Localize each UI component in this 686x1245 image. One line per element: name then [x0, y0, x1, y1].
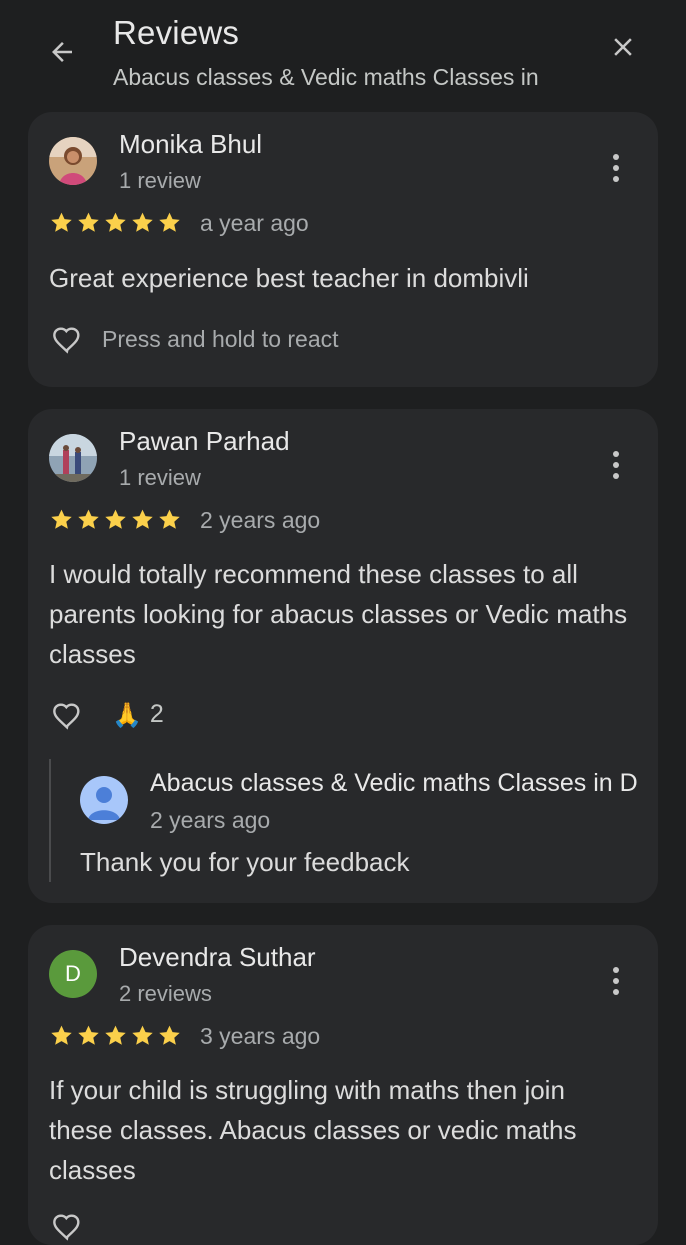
react-button[interactable]	[48, 1209, 86, 1245]
avatar[interactable]	[49, 137, 97, 185]
star-icon	[132, 509, 153, 529]
star-icon	[159, 212, 180, 232]
more-options-button[interactable]	[600, 445, 632, 485]
star-icon	[78, 1025, 99, 1045]
star-icon	[132, 212, 153, 232]
reaction-chip[interactable]: 🙏 2	[112, 700, 164, 729]
star-icon	[132, 1025, 153, 1045]
review-card: D Devendra Suthar 2 reviews 3 years ago …	[28, 925, 658, 1245]
review-count: 1 review	[119, 168, 201, 193]
avatar-letter: D	[65, 961, 81, 986]
react-hint: Press and hold to react	[102, 326, 339, 352]
star-rating	[49, 507, 182, 532]
owner-reply-text: Thank you for your feedback	[80, 847, 410, 877]
reaction-count: 2	[149, 700, 164, 728]
react-button[interactable]	[48, 698, 86, 734]
arrow-back-icon	[52, 42, 72, 62]
review-time: 2 years ago	[200, 507, 321, 533]
reviews-header: Reviews Abacus classes & Vedic maths Cla…	[0, 0, 686, 110]
review-card: Pawan Parhad 1 review 2 years ago I woul…	[28, 409, 658, 903]
page-title: Reviews	[113, 14, 240, 51]
star-icon	[105, 1025, 126, 1045]
review-text: I would totally recommend these classes …	[49, 559, 628, 669]
review-text: Great experience best teacher in dombivl…	[49, 263, 529, 293]
reviewer-name[interactable]: Monika Bhul	[119, 129, 262, 160]
folded-hands-icon: 🙏	[112, 700, 142, 729]
owner-reply-time: 2 years ago	[150, 807, 271, 833]
page-subtitle: Abacus classes & Vedic maths Classes in	[113, 64, 539, 90]
more-options-button[interactable]	[600, 961, 632, 1001]
reviewer-name[interactable]: Pawan Parhad	[119, 426, 290, 457]
person-icon	[88, 787, 120, 820]
star-icon	[51, 509, 72, 529]
review-card: Monika Bhul 1 review a year ago Great ex…	[28, 112, 658, 387]
review-text: If your child is struggling with maths t…	[49, 1075, 577, 1185]
back-button[interactable]	[42, 32, 82, 72]
star-rating	[49, 1023, 182, 1048]
star-icon	[78, 212, 99, 232]
heart-icon	[53, 327, 80, 354]
star-icon	[159, 1025, 180, 1045]
close-button[interactable]	[602, 26, 644, 68]
more-vert-icon	[613, 154, 619, 160]
close-icon	[614, 38, 632, 56]
review-time: a year ago	[200, 210, 309, 236]
star-icon	[78, 509, 99, 529]
more-options-button[interactable]	[600, 148, 632, 188]
avatar[interactable]	[49, 434, 97, 482]
heart-icon	[53, 703, 80, 730]
review-time: 3 years ago	[200, 1023, 321, 1049]
star-icon	[105, 212, 126, 232]
heart-icon	[53, 1214, 80, 1241]
owner-reply-name[interactable]: Abacus classes & Vedic maths Classes in …	[150, 769, 638, 798]
owner-avatar[interactable]	[80, 776, 128, 824]
review-count: 1 review	[119, 465, 201, 490]
more-vert-icon	[613, 451, 619, 457]
star-icon	[51, 212, 72, 232]
avatar[interactable]: D	[49, 950, 97, 998]
reviewer-name[interactable]: Devendra Suthar	[119, 942, 316, 973]
reply-divider	[49, 759, 51, 882]
review-count: 2 reviews	[119, 981, 212, 1006]
star-icon	[51, 1025, 72, 1045]
star-icon	[105, 509, 126, 529]
react-button[interactable]	[48, 322, 86, 358]
more-vert-icon	[613, 967, 619, 973]
star-icon	[159, 509, 180, 529]
star-rating	[49, 210, 182, 235]
